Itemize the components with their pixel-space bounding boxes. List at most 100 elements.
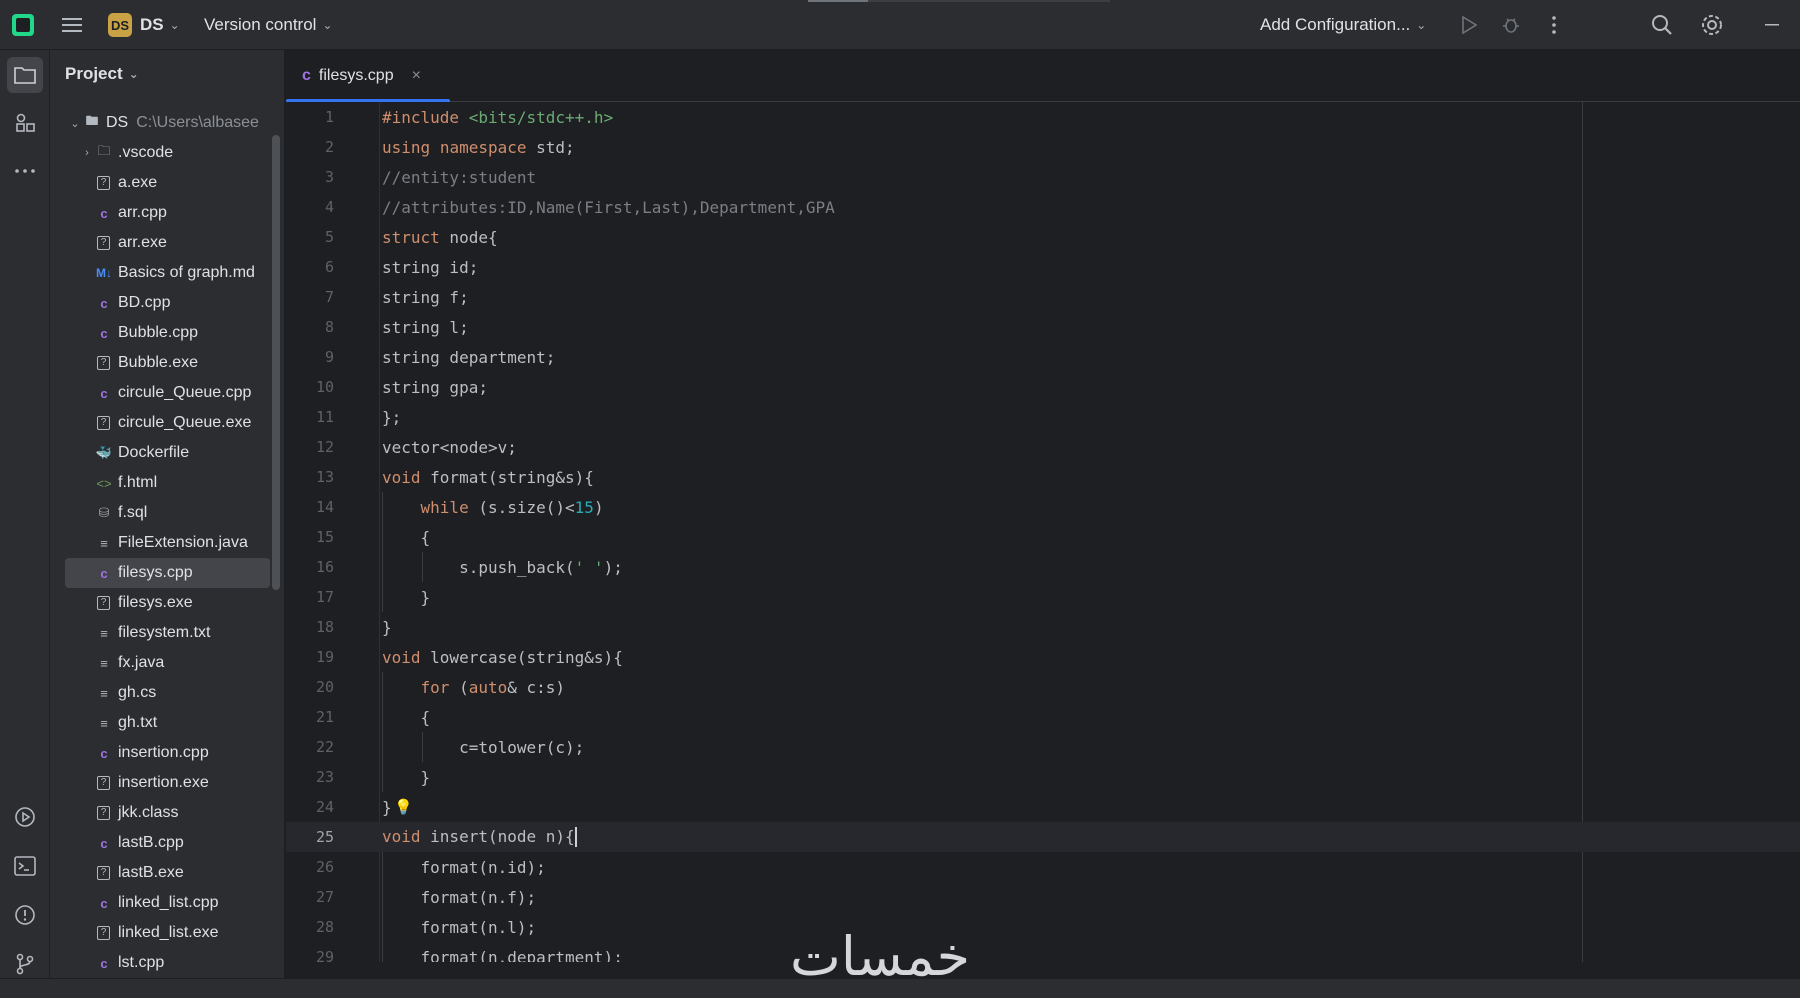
code-line[interactable]: 14 while (s.size()<15) — [286, 492, 1800, 522]
tree-item[interactable]: ? linked_list.exe — [50, 918, 284, 948]
code-line[interactable]: 27 format(n.f); — [286, 882, 1800, 912]
run-tool-icon[interactable] — [7, 799, 43, 835]
vcs-menu[interactable]: Version control ⌄ — [204, 0, 333, 50]
tree-item[interactable]: ≡ fx.java — [50, 648, 284, 678]
tree-item[interactable]: ≡ gh.cs — [50, 678, 284, 708]
run-configuration-selector[interactable]: Add Configuration... ⌄ — [1260, 0, 1426, 50]
project-tool-folder-icon[interactable] — [7, 57, 43, 93]
tree-item[interactable]: ⛁ f.sql — [50, 498, 284, 528]
line-number[interactable]: 5 — [286, 228, 334, 246]
line-number[interactable]: 8 — [286, 318, 334, 336]
line-number[interactable]: 27 — [286, 888, 334, 906]
line-number[interactable]: 12 — [286, 438, 334, 456]
line-number[interactable]: 19 — [286, 648, 334, 666]
code-line[interactable]: 20 for (auto& c:s) — [286, 672, 1800, 702]
settings-gear-icon[interactable] — [1700, 0, 1724, 50]
line-number[interactable]: 20 — [286, 678, 334, 696]
tree-item[interactable]: ? filesys.exe — [50, 588, 284, 618]
code-line[interactable]: 13 void format(string&s){ — [286, 462, 1800, 492]
main-menu-icon[interactable] — [60, 0, 84, 50]
code-line[interactable]: 26 format(n.id); — [286, 852, 1800, 882]
line-number[interactable]: 26 — [286, 858, 334, 876]
line-number[interactable]: 9 — [286, 348, 334, 366]
tree-item[interactable]: ᴄ arr.cpp — [50, 198, 284, 228]
project-switcher[interactable]: DS DS ⌄ — [108, 0, 180, 50]
line-number[interactable]: 4 — [286, 198, 334, 216]
code-line[interactable]: 18} — [286, 612, 1800, 642]
line-number[interactable]: 28 — [286, 918, 334, 936]
line-number[interactable]: 22 — [286, 738, 334, 756]
line-number[interactable]: 6 — [286, 258, 334, 276]
tree-item[interactable]: ᴄ Bubble.cpp — [50, 318, 284, 348]
close-icon[interactable]: × — [412, 67, 421, 85]
code-line[interactable]: 10 string gpa; — [286, 372, 1800, 402]
problems-icon[interactable] — [7, 897, 43, 933]
tree-item[interactable]: › 🗀 .vscode — [50, 138, 284, 168]
intention-bulb-icon[interactable]: 💡 — [394, 798, 413, 816]
code-line[interactable]: 1 #include <bits/stdc++.h> — [286, 102, 1800, 132]
tree-item[interactable]: ? a.exe — [50, 168, 284, 198]
code-line[interactable]: 6 string id; — [286, 252, 1800, 282]
tree-item[interactable]: ? arr.exe — [50, 228, 284, 258]
line-number[interactable]: 7 — [286, 288, 334, 306]
code-line[interactable]: 3 //entity:student — [286, 162, 1800, 192]
line-number[interactable]: 1 — [286, 108, 334, 126]
tree-item[interactable]: <> f.html — [50, 468, 284, 498]
code-line[interactable]: 29 format(n.department); — [286, 942, 1800, 962]
run-icon[interactable] — [1458, 0, 1480, 50]
line-number[interactable]: 15 — [286, 528, 334, 546]
line-number[interactable]: 13 — [286, 468, 334, 486]
structure-icon[interactable] — [7, 105, 43, 141]
terminal-icon[interactable] — [7, 848, 43, 884]
code-line[interactable]: 5 struct node{ — [286, 222, 1800, 252]
tree-item[interactable]: ? insertion.exe — [50, 768, 284, 798]
code-line[interactable]: 7 string f; — [286, 282, 1800, 312]
line-number[interactable]: 10 — [286, 378, 334, 396]
tree-item[interactable]: ? Bubble.exe — [50, 348, 284, 378]
code-editor[interactable]: 1 #include <bits/stdc++.h> 2 using namespac… — [286, 102, 1800, 962]
tab-filesys-cpp[interactable]: ᴄ filesys.cpp × — [286, 50, 450, 103]
code-line[interactable]: 16 s.push_back(' '); — [286, 552, 1800, 582]
code-line[interactable]: 21 { — [286, 702, 1800, 732]
tree-item[interactable]: ? circule_Queue.exe — [50, 408, 284, 438]
line-number[interactable]: 23 — [286, 768, 334, 786]
tree-item[interactable]: ≡ filesystem.txt — [50, 618, 284, 648]
code-line[interactable]: 28 format(n.l); — [286, 912, 1800, 942]
code-line[interactable]: 17 } — [286, 582, 1800, 612]
line-number[interactable]: 17 — [286, 588, 334, 606]
tree-item[interactable]: ≡ FileExtension.java — [50, 528, 284, 558]
chevron-right-icon[interactable]: › — [80, 147, 94, 159]
more-tools-icon[interactable] — [7, 153, 43, 189]
tree-item[interactable]: ? jkk.class — [50, 798, 284, 828]
tree-root[interactable]: ⌄ 🖿 DS C:\Users\albasee — [50, 108, 284, 138]
more-actions-icon[interactable] — [1545, 0, 1563, 50]
code-line[interactable]: 23 } — [286, 762, 1800, 792]
code-line[interactable]: 19 void lowercase(string&s){ — [286, 642, 1800, 672]
code-line[interactable]: 8 string l; — [286, 312, 1800, 342]
tree-item[interactable]: ᴄ circule_Queue.cpp — [50, 378, 284, 408]
line-number[interactable]: 2 — [286, 138, 334, 156]
code-line[interactable]: 4 //attributes:ID,Name(First,Last),Depart… — [286, 192, 1800, 222]
code-line[interactable]: 12 vector<node>v; — [286, 432, 1800, 462]
line-number[interactable]: 25 — [286, 828, 334, 846]
git-branch-icon[interactable] — [7, 946, 43, 982]
line-number[interactable]: 16 — [286, 558, 334, 576]
search-icon[interactable] — [1650, 0, 1674, 50]
vertical-scrollbar[interactable] — [272, 135, 280, 590]
code-line[interactable]: 15 { — [286, 522, 1800, 552]
line-number[interactable]: 3 — [286, 168, 334, 186]
line-number[interactable]: 29 — [286, 948, 334, 962]
tree-item[interactable]: M↓ Basics of graph.md — [50, 258, 284, 288]
app-logo-icon[interactable] — [12, 0, 34, 50]
line-number[interactable]: 14 — [286, 498, 334, 516]
code-line[interactable]: 22 c=tolower(c); — [286, 732, 1800, 762]
project-panel-header[interactable]: Project ⌄ — [65, 64, 139, 84]
chevron-down-icon[interactable]: ⌄ — [68, 117, 82, 130]
tree-item[interactable]: 🐳 Dockerfile — [50, 438, 284, 468]
code-line[interactable]: 9 string department; — [286, 342, 1800, 372]
code-line[interactable]: 24} 💡 — [286, 792, 1800, 822]
code-line[interactable]: 2 using namespace std; — [286, 132, 1800, 162]
tree-item[interactable]: ᴄ BD.cpp — [50, 288, 284, 318]
line-number[interactable]: 21 — [286, 708, 334, 726]
debug-icon[interactable] — [1500, 0, 1522, 50]
